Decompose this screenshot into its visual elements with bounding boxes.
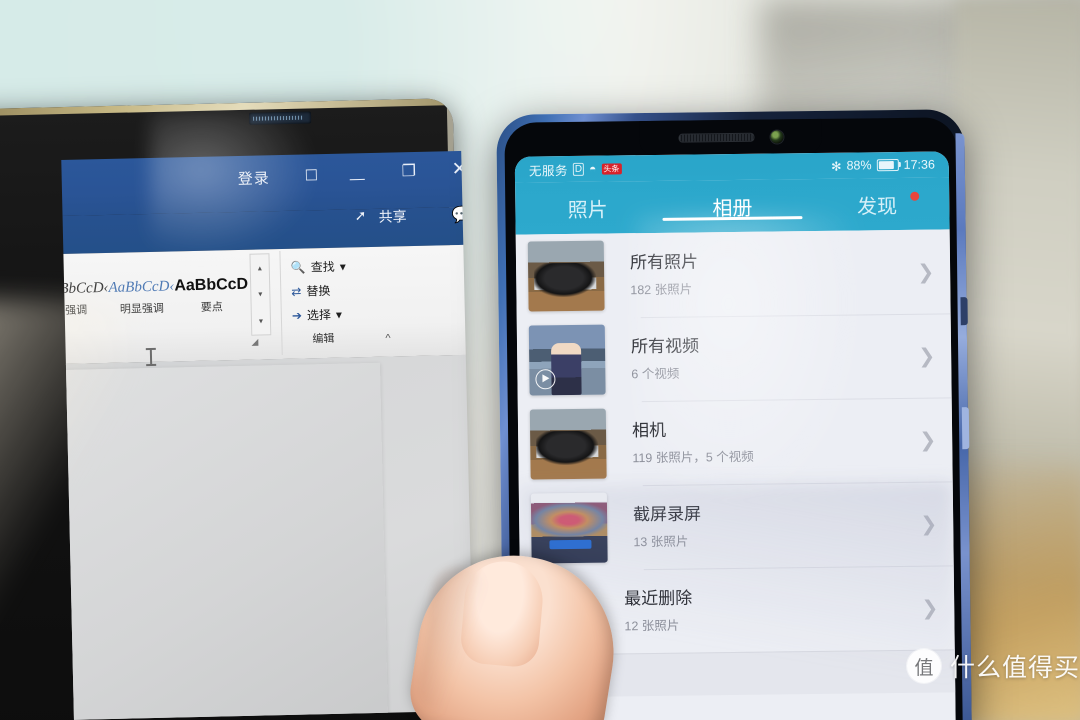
power-button[interactable]: [961, 407, 970, 450]
album-title: 截屏录屏: [632, 503, 702, 524]
collapse-ribbon-icon[interactable]: ^: [385, 333, 390, 345]
album-thumbnail: [527, 240, 605, 312]
laptop-screen-glare-top: [150, 110, 320, 260]
list-item[interactable]: 相机 119 张照片，5 个视频 ❯: [518, 397, 953, 486]
find-button[interactable]: 🔍 查找 ▾: [291, 258, 346, 276]
album-text: 截屏录屏 13 张照片: [633, 500, 921, 550]
window-minimize-button[interactable]: —: [350, 170, 365, 187]
replace-icon: ⇄: [291, 284, 302, 299]
phone-notch: [639, 118, 822, 156]
album-text: 所有视频 6 个视频: [631, 332, 919, 382]
album-subtitle: 182 张照片: [630, 282, 693, 298]
editing-group-label: 编辑: [312, 332, 335, 346]
style-item[interactable]: AaBbCcD 要点: [174, 256, 250, 336]
styles-scroll-down-icon[interactable]: ▾: [258, 290, 262, 299]
window-restore-button[interactable]: ❐: [401, 163, 416, 180]
battery-icon: [876, 158, 899, 172]
editing-group: 🔍 查找 ▾ ⇄ 替换 ➔ 选择 ▾ 编辑: [279, 249, 369, 356]
watermark-logo: 值: [907, 649, 941, 683]
style-label: 要点: [200, 301, 223, 314]
album-thumbnail: [530, 492, 608, 564]
replace-button[interactable]: ⇄ 替换: [291, 282, 330, 300]
chevron-down-icon[interactable]: ▾: [336, 307, 342, 321]
style-preview: AaBbCcD‹: [108, 277, 175, 296]
select-label: 选择: [306, 307, 332, 323]
style-preview: AaBbCcD: [174, 275, 249, 295]
album-text: 相机 119 张照片，5 个视频: [632, 416, 920, 466]
styles-scrollbar[interactable]: ▴ ▾ ▾: [249, 253, 272, 336]
battery-percent-label: 88%: [846, 158, 872, 173]
front-camera-icon: [769, 129, 784, 144]
album-title: 相机: [631, 420, 667, 440]
album-text: 所有照片 182 张照片: [630, 248, 918, 298]
album-subtitle: 12 张照片: [624, 619, 680, 634]
chevron-right-icon[interactable]: ❯: [918, 343, 935, 368]
list-item[interactable]: 所有视频 6 个视频 ❯: [517, 313, 952, 402]
cursor-select-icon: ➔: [291, 308, 303, 323]
notification-dot-badge: [910, 191, 920, 201]
clock-label: 17:36: [903, 157, 935, 172]
album-title: 所有视频: [630, 335, 700, 356]
album-text: 最近删除 12 张照片: [624, 584, 922, 635]
replace-label: 替换: [306, 283, 331, 299]
bluetooth-icon: ✻: [830, 159, 842, 174]
album-subtitle: 13 张照片: [633, 535, 689, 550]
album-title: 所有照片: [629, 251, 699, 272]
tab-photos[interactable]: 照片: [515, 192, 660, 223]
earpiece-speaker-icon: [677, 132, 755, 143]
play-icon: [535, 369, 556, 390]
chevron-right-icon[interactable]: ❯: [921, 595, 938, 620]
tab-discover[interactable]: 发现: [804, 189, 949, 220]
list-item[interactable]: 所有照片 182 张照片 ❯: [516, 229, 951, 318]
app-notification-badge: 头条: [601, 162, 622, 175]
album-title: 最近删除: [624, 588, 693, 608]
laptop-screen-glare: [0, 300, 130, 630]
album-subtitle: 119 张照片，5 个视频: [632, 450, 754, 466]
share-icon: ➚: [354, 207, 367, 224]
tab-discover-label: 发现: [856, 195, 898, 218]
find-label: 查找: [310, 259, 335, 275]
album-thumbnail: [529, 408, 607, 480]
chevron-down-icon[interactable]: ▾: [340, 259, 346, 273]
style-preview: AaBbCcD‹: [60, 279, 109, 297]
album-thumbnail: [528, 324, 606, 396]
watermark: 值 什么值得买: [907, 648, 1080, 684]
search-icon: 🔍: [290, 259, 306, 275]
styles-scroll-up-icon[interactable]: ▴: [258, 263, 262, 272]
watermark-text: 什么值得买: [950, 654, 1080, 682]
photo-scene: 登录 ☐ — ❐ ✕ ➚ 共享 💬 cD‹ 强调 AaBbCcD‹ 强调 AaB…: [0, 0, 1080, 720]
i-beam-cursor: [149, 347, 153, 367]
wifi-icon: ◓: [589, 161, 597, 176]
chevron-right-icon[interactable]: ❯: [919, 427, 936, 452]
status-bar-right: ✻ 88% 17:36: [830, 157, 935, 174]
chevron-right-icon[interactable]: ❯: [920, 511, 937, 536]
volume-button[interactable]: [960, 297, 968, 326]
styles-more-icon[interactable]: ▾: [259, 317, 263, 326]
status-bar-left: 无服务 D ◓ 头条: [529, 159, 622, 179]
gallery-tab-bar: 照片 相册 发现: [515, 177, 950, 235]
chevron-right-icon[interactable]: ❯: [917, 259, 934, 284]
tab-albums[interactable]: 相册: [660, 191, 805, 222]
share-button[interactable]: 共享: [378, 206, 406, 227]
list-item[interactable]: 截屏录屏 13 张照片 ❯: [519, 481, 954, 570]
styles-dialog-launcher-icon[interactable]: ◢: [251, 337, 258, 348]
sim-card-icon: D: [572, 162, 585, 176]
carrier-label: 无服务: [528, 163, 568, 178]
album-subtitle: 6 个视频: [631, 367, 680, 382]
select-button[interactable]: ➔ 选择 ▾: [292, 306, 342, 324]
